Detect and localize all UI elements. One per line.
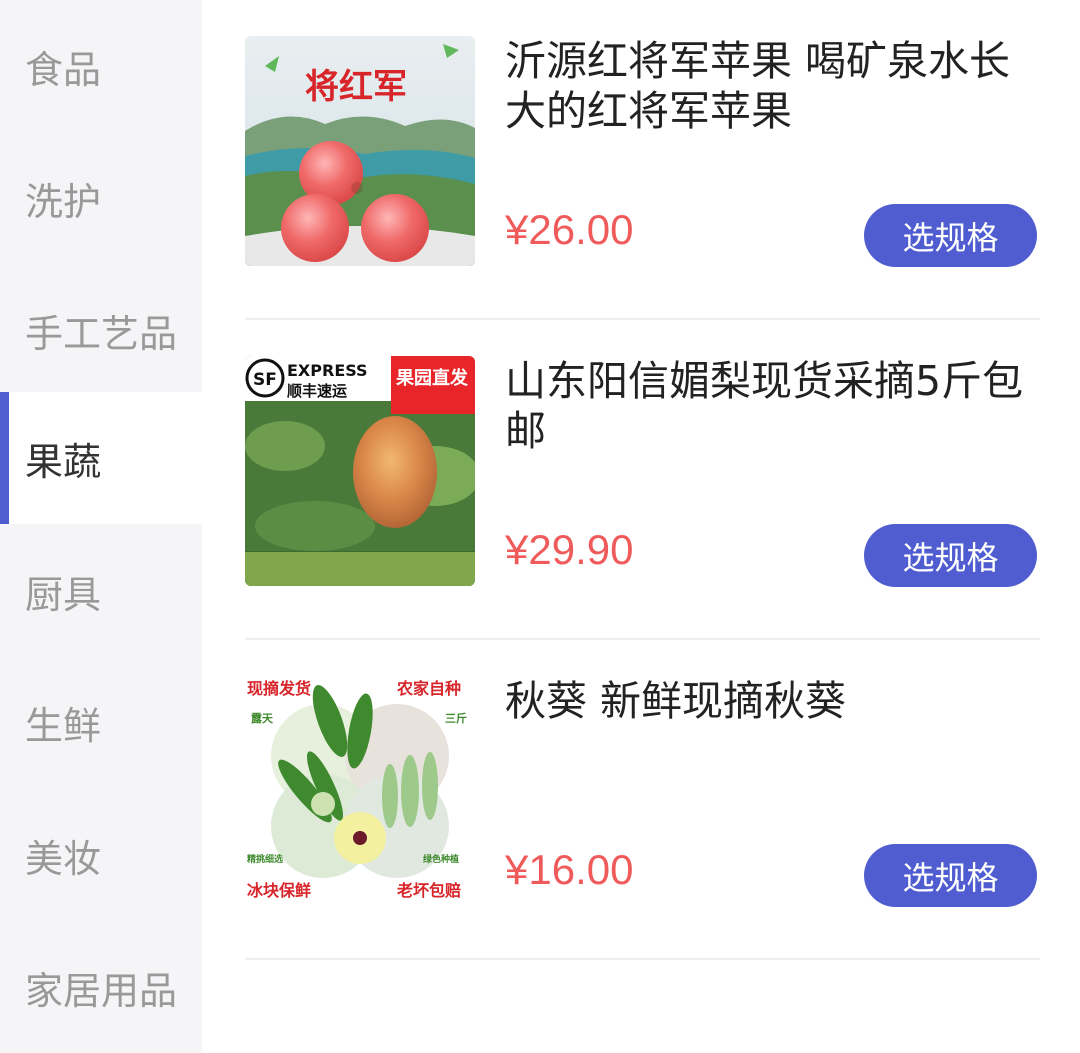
sidebar-item-label: 果蔬 [25, 439, 102, 484]
product-image-okra[interactable]: 现摘发货 农家自种 露天 三斤 精挑细选 绿色种植 冰块保鲜 老坏包赔 [245, 676, 475, 906]
image-label: 绿色种植 [423, 853, 459, 865]
product-price: ¥16.00 [505, 846, 634, 893]
sidebar-item-food[interactable]: 食品 [0, 0, 202, 132]
product-title[interactable]: 沂源红将军苹果 喝矿泉水长大的红将军苹果 [505, 36, 1045, 136]
sidebar-item-label: 生鲜 [25, 703, 102, 748]
sidebar-item-label: 洗护 [25, 179, 102, 224]
image-badge: 果园直发 [395, 367, 469, 389]
product-price: ¥26.00 [505, 206, 634, 253]
sidebar-item-label: 手工艺品 [25, 311, 178, 356]
image-label: 露天 [251, 712, 274, 725]
sidebar-item-cosmetics[interactable]: 美妆 [0, 789, 202, 921]
select-spec-button[interactable]: 选规格 [864, 844, 1037, 907]
image-label: 现摘发货 [247, 679, 311, 698]
product-title[interactable]: 山东阳信媚梨现货采摘5斤包邮 [505, 356, 1045, 456]
product-card[interactable]: SF EXPRESS 顺丰速运 果园直发 山东阳信媚梨现货采摘5斤包邮 ¥29.… [245, 320, 1040, 640]
image-label: 精挑细选 [247, 853, 283, 865]
sidebar-item-kitchenware[interactable]: 厨具 [0, 525, 202, 657]
product-card[interactable]: 将红军 沂源红将军苹果 喝矿泉水长大的红将军苹果 ¥26.00 选规格 [245, 0, 1040, 320]
sidebar-item-handicrafts[interactable]: 手工艺品 [0, 264, 202, 396]
select-spec-button[interactable]: 选规格 [864, 204, 1037, 267]
sidebar-item-home-goods[interactable]: 家居用品 [0, 921, 202, 1053]
image-label: 三斤 [445, 711, 467, 725]
product-card[interactable]: 现摘发货 农家自种 露天 三斤 精挑细选 绿色种植 冰块保鲜 老坏包赔 秋葵 新… [245, 640, 1040, 960]
image-label: 农家自种 [396, 679, 461, 698]
product-title[interactable]: 秋葵 新鲜现摘秋葵 [505, 676, 1045, 726]
sidebar-item-fresh-food[interactable]: 生鲜 [0, 656, 202, 788]
sidebar-item-wash-care[interactable]: 洗护 [0, 132, 202, 264]
sidebar-item-label: 美妆 [25, 836, 102, 881]
select-spec-button[interactable]: 选规格 [864, 524, 1037, 587]
product-image-pear[interactable]: SF EXPRESS 顺丰速运 果园直发 [245, 356, 475, 586]
sf-logo-icon: SF [253, 370, 277, 390]
image-label: 顺丰速运 [287, 382, 347, 400]
image-label: 老坏包赔 [396, 881, 461, 900]
product-price: ¥29.90 [505, 526, 634, 573]
sidebar-item-label: 厨具 [25, 572, 102, 617]
product-image-apples[interactable]: 将红军 [245, 36, 475, 266]
image-label: 冰块保鲜 [247, 881, 311, 900]
divider [245, 958, 1040, 960]
sidebar-item-label: 食品 [25, 47, 102, 92]
image-label: EXPRESS [287, 361, 368, 380]
image-label: 将红军 [305, 67, 407, 107]
sidebar-item-label: 家居用品 [25, 968, 178, 1013]
sidebar-item-fruits-vegetables[interactable]: 果蔬 [0, 392, 202, 524]
category-sidebar: 食品 洗护 手工艺品 果蔬 厨具 生鲜 美妆 家居用品 [0, 0, 202, 1053]
